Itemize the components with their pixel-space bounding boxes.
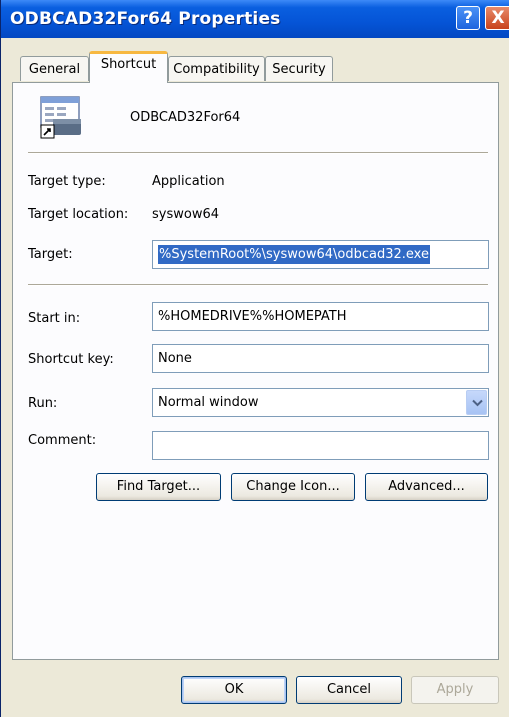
tab-compatibility[interactable]: Compatibility bbox=[168, 56, 265, 81]
run-select[interactable]: Normal window bbox=[152, 388, 489, 417]
ok-button-label: OK bbox=[224, 682, 244, 697]
divider bbox=[28, 152, 488, 154]
start-in-input-value: %HOMEDRIVE%%HOMEPATH bbox=[158, 309, 347, 324]
divider bbox=[28, 284, 488, 286]
chevron-down-icon bbox=[472, 399, 483, 407]
start-in-label: Start in: bbox=[28, 311, 81, 326]
target-location-value: syswow64 bbox=[152, 207, 219, 222]
change-icon-button-label: Change Icon... bbox=[246, 479, 340, 494]
shortcut-key-input-value: None bbox=[158, 351, 192, 366]
comment-input[interactable] bbox=[152, 431, 489, 460]
target-type-label: Target type: bbox=[28, 174, 106, 189]
run-select-value: Normal window bbox=[158, 395, 259, 410]
start-in-input[interactable]: %HOMEDRIVE%%HOMEPATH bbox=[152, 302, 489, 331]
find-target-button-label: Find Target... bbox=[116, 479, 201, 494]
application-shortcut-icon bbox=[40, 96, 81, 139]
advanced-button-label: Advanced... bbox=[388, 479, 465, 494]
tab-security[interactable]: Security bbox=[265, 56, 333, 81]
apply-button-label: Apply bbox=[436, 682, 474, 697]
find-target-button[interactable]: Find Target... bbox=[96, 473, 221, 501]
shortcut-key-label: Shortcut key: bbox=[28, 352, 114, 367]
tab-security-label: Security bbox=[272, 62, 326, 77]
help-icon: ? bbox=[463, 8, 473, 28]
cancel-button[interactable]: Cancel bbox=[296, 676, 402, 704]
app-name: ODBCAD32For64 bbox=[130, 110, 241, 125]
tab-compatibility-label: Compatibility bbox=[173, 62, 260, 77]
cancel-button-label: Cancel bbox=[326, 682, 372, 697]
ok-button[interactable]: OK bbox=[181, 676, 287, 704]
target-input-value: %SystemRoot%\syswow64\odbcad32.exe bbox=[158, 245, 430, 264]
dropdown-button[interactable] bbox=[466, 390, 487, 415]
close-button[interactable]: X bbox=[485, 6, 509, 30]
change-icon-button[interactable]: Change Icon... bbox=[231, 473, 355, 501]
tab-shortcut[interactable]: Shortcut bbox=[89, 51, 168, 83]
tab-general-label: General bbox=[28, 62, 81, 77]
title-bar[interactable]: ODBCAD32For64 Properties ? X bbox=[1, 0, 509, 38]
run-label: Run: bbox=[28, 396, 58, 411]
tab-general[interactable]: General bbox=[20, 56, 89, 81]
help-button[interactable]: ? bbox=[456, 6, 480, 30]
target-type-value: Application bbox=[152, 174, 225, 189]
tab-shortcut-label: Shortcut bbox=[100, 57, 157, 72]
shortcut-key-input[interactable]: None bbox=[152, 344, 489, 373]
window-title: ODBCAD32For64 Properties bbox=[10, 9, 281, 29]
target-location-label: Target location: bbox=[28, 207, 129, 222]
properties-dialog: ODBCAD32For64 Properties ? X General Sho… bbox=[0, 0, 509, 717]
close-icon: X bbox=[491, 8, 505, 28]
comment-label: Comment: bbox=[28, 433, 97, 448]
target-input[interactable]: %SystemRoot%\syswow64\odbcad32.exe bbox=[152, 240, 489, 269]
apply-button[interactable]: Apply bbox=[411, 676, 499, 704]
target-label: Target: bbox=[28, 247, 73, 262]
advanced-button[interactable]: Advanced... bbox=[365, 473, 488, 501]
